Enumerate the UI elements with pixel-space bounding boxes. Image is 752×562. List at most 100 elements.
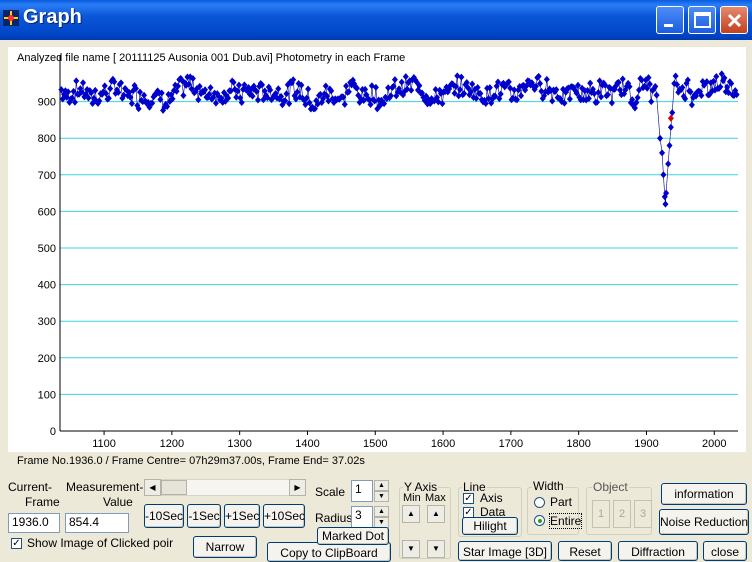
scale-down-icon[interactable]: ▼ (374, 491, 389, 502)
current-frame-label-2: Frame (25, 495, 60, 509)
copy-clipboard-button[interactable]: Copy to ClipBoard (267, 542, 391, 562)
plus-10-sec-button[interactable]: +10Sec (263, 504, 305, 528)
close-icon (727, 13, 742, 28)
y-min-label: Min (403, 492, 421, 504)
measurement-label: Measurement- (66, 480, 144, 494)
radius-up-icon[interactable]: ▲ (374, 506, 389, 517)
close-window-button[interactable] (720, 6, 748, 34)
minimize-button[interactable] (656, 6, 684, 34)
hilight-button[interactable]: Hilight (462, 517, 518, 535)
data-point (454, 72, 461, 80)
y-tick-label: 700 (38, 170, 56, 182)
x-tick-label: 1700 (499, 438, 523, 450)
photometry-chart[interactable]: 0 100 200 300 400 500 600 700 800 900 1100 1200 1300… (8, 47, 746, 452)
data-point (669, 109, 676, 117)
y-tick-label: 900 (38, 97, 56, 109)
title-bar[interactable]: Graph (0, 0, 752, 40)
x-tick-label: 1100 (92, 438, 116, 450)
measurement-value-field[interactable]: 854.4 (65, 513, 129, 533)
data-point (666, 142, 673, 150)
minus-1-sec-button[interactable]: -1Sec (187, 504, 221, 528)
x-tick-label: 1900 (634, 438, 658, 450)
star-image-3d-button[interactable]: Star Image [3D] (458, 541, 552, 561)
data-point (667, 123, 674, 131)
radius-field[interactable]: 3 (351, 506, 373, 528)
entire-radio[interactable] (534, 515, 545, 526)
y-tick-label: 500 (38, 243, 56, 255)
scroll-thumb[interactable] (161, 480, 187, 495)
noise-reduction-button[interactable]: Noise Reduction (659, 509, 749, 535)
current-frame-field[interactable]: 1936.0 (8, 513, 60, 533)
maximize-icon (694, 12, 711, 28)
data-point (469, 80, 476, 88)
radius-label: Radius (315, 511, 353, 525)
minimize-icon (664, 24, 673, 27)
data-point (207, 84, 214, 92)
part-radio[interactable] (534, 497, 545, 508)
object-1-button[interactable]: 1 (592, 500, 610, 528)
y-tick-label: 600 (38, 206, 56, 218)
data-point (107, 85, 114, 93)
x-tick-label: 2000 (702, 438, 726, 450)
plus-1-sec-button[interactable]: +1Sec (224, 504, 260, 528)
scale-label: Scale (315, 485, 346, 499)
data-point (80, 79, 87, 87)
y-tick-label: 400 (38, 280, 56, 292)
entire-label: Entire (548, 513, 583, 529)
selected-point (667, 114, 674, 122)
data-point (648, 98, 655, 106)
x-tick-label: 1500 (363, 438, 387, 450)
data-point (660, 171, 667, 179)
width-label: Width (532, 479, 565, 493)
x-tick-label: 1600 (431, 438, 455, 450)
reset-button[interactable]: Reset (558, 541, 612, 561)
y-max-up-icon[interactable]: ▲ (427, 505, 445, 523)
scroll-left-icon[interactable]: ◀ (144, 479, 161, 496)
data-point (195, 96, 202, 104)
object-2-button[interactable]: 2 (613, 500, 631, 528)
data-point (408, 86, 415, 94)
data-point (518, 92, 525, 100)
marked-dot-button[interactable]: Marked Dot (317, 527, 389, 545)
data-point (402, 73, 409, 81)
axis-checkbox[interactable]: ✓ (463, 493, 474, 504)
data-point (543, 75, 550, 83)
y-min-down-icon[interactable]: ▼ (402, 540, 420, 558)
data-point (458, 73, 465, 81)
axis-label: Axis (480, 491, 503, 505)
data-point (587, 79, 594, 87)
data-point (254, 96, 261, 104)
frame-info: Frame No.1936.0 / Frame Centre= 07h29m37… (17, 455, 365, 467)
object-3-button[interactable]: 3 (634, 500, 652, 528)
data-point (653, 91, 660, 99)
scale-field[interactable]: 1 (351, 480, 373, 502)
y-tick-label: 100 (38, 389, 56, 401)
part-label: Part (550, 495, 573, 509)
information-button[interactable]: information (661, 483, 747, 505)
show-image-checkbox[interactable]: ✓ (11, 538, 22, 549)
plot-panel[interactable]: 0 100 200 300 400 500 600 700 800 900 1100 1200 1300… (8, 47, 746, 452)
current-frame-label: Current- (8, 480, 53, 494)
y-max-label: Max (425, 492, 446, 504)
close-button[interactable]: close (703, 541, 747, 561)
object-label: Object (592, 480, 629, 494)
narrow-button[interactable]: Narrow (193, 536, 257, 558)
maximize-button[interactable] (688, 6, 716, 34)
x-tick-label: 1300 (227, 438, 251, 450)
scroll-right-icon[interactable]: ▶ (289, 479, 306, 496)
data-point (101, 82, 108, 90)
y-tick-label: 0 (50, 426, 56, 438)
y-min-up-icon[interactable]: ▲ (402, 505, 420, 523)
y-tick-label: 300 (38, 316, 56, 328)
y-tick-label: 200 (38, 353, 56, 365)
x-tick-label: 1800 (566, 438, 590, 450)
data-point (128, 100, 135, 108)
data-point (180, 92, 187, 100)
data-point (549, 97, 556, 105)
x-tick-label: 1200 (160, 438, 184, 450)
scale-up-icon[interactable]: ▲ (374, 480, 389, 491)
y-max-down-icon[interactable]: ▼ (427, 540, 445, 558)
minus-10-sec-button[interactable]: -10Sec (144, 504, 184, 528)
data-point (659, 149, 666, 157)
diffraction-button[interactable]: Diffraction (618, 541, 698, 561)
